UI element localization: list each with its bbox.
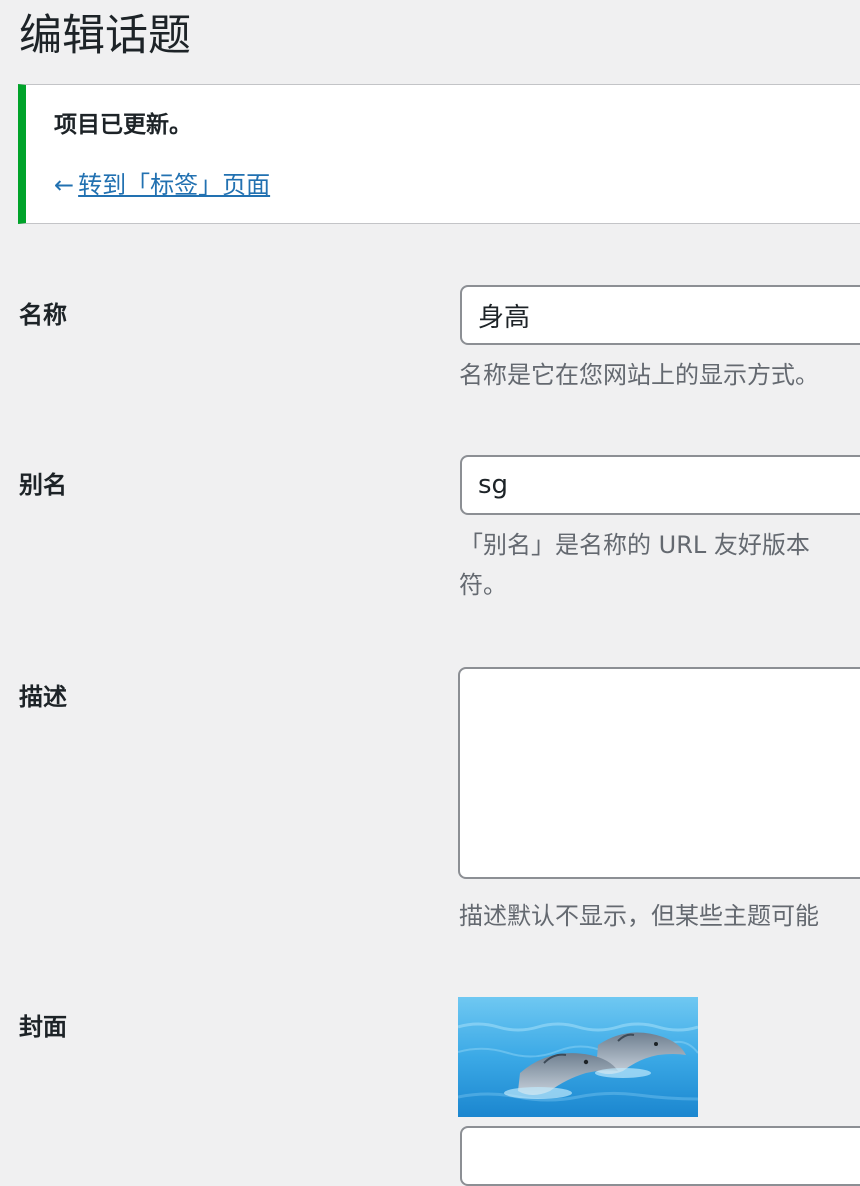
description-label: 描述 (19, 683, 67, 711)
page-title: 编辑话题 (19, 11, 191, 61)
name-input[interactable] (460, 285, 860, 345)
success-notice: 项目已更新。 ← 转到「标签」页面 (18, 84, 860, 224)
slug-input[interactable] (460, 455, 860, 515)
cover-image[interactable] (458, 997, 698, 1117)
description-help: 描述默认不显示，但某些主题可能 (459, 902, 819, 930)
slug-label: 别名 (19, 471, 67, 499)
notice-message: 项目已更新。 (54, 112, 192, 138)
description-textarea[interactable] (458, 667, 860, 879)
dolphins-illustration (458, 997, 698, 1117)
slug-help-line1: 「别名」是名称的 URL 友好版本 (459, 531, 810, 559)
name-help: 名称是它在您网站上的显示方式。 (459, 361, 819, 389)
slug-help-line2: 符。 (459, 571, 507, 599)
cover-url-field[interactable] (460, 1126, 860, 1186)
name-label: 名称 (19, 301, 67, 329)
arrow-left-icon: ← (54, 171, 75, 199)
cover-label: 封面 (19, 1013, 67, 1041)
back-to-tags-link[interactable]: ← 转到「标签」页面 (54, 169, 270, 201)
back-to-tags-link-label: 转到「标签」页面 (78, 171, 271, 199)
